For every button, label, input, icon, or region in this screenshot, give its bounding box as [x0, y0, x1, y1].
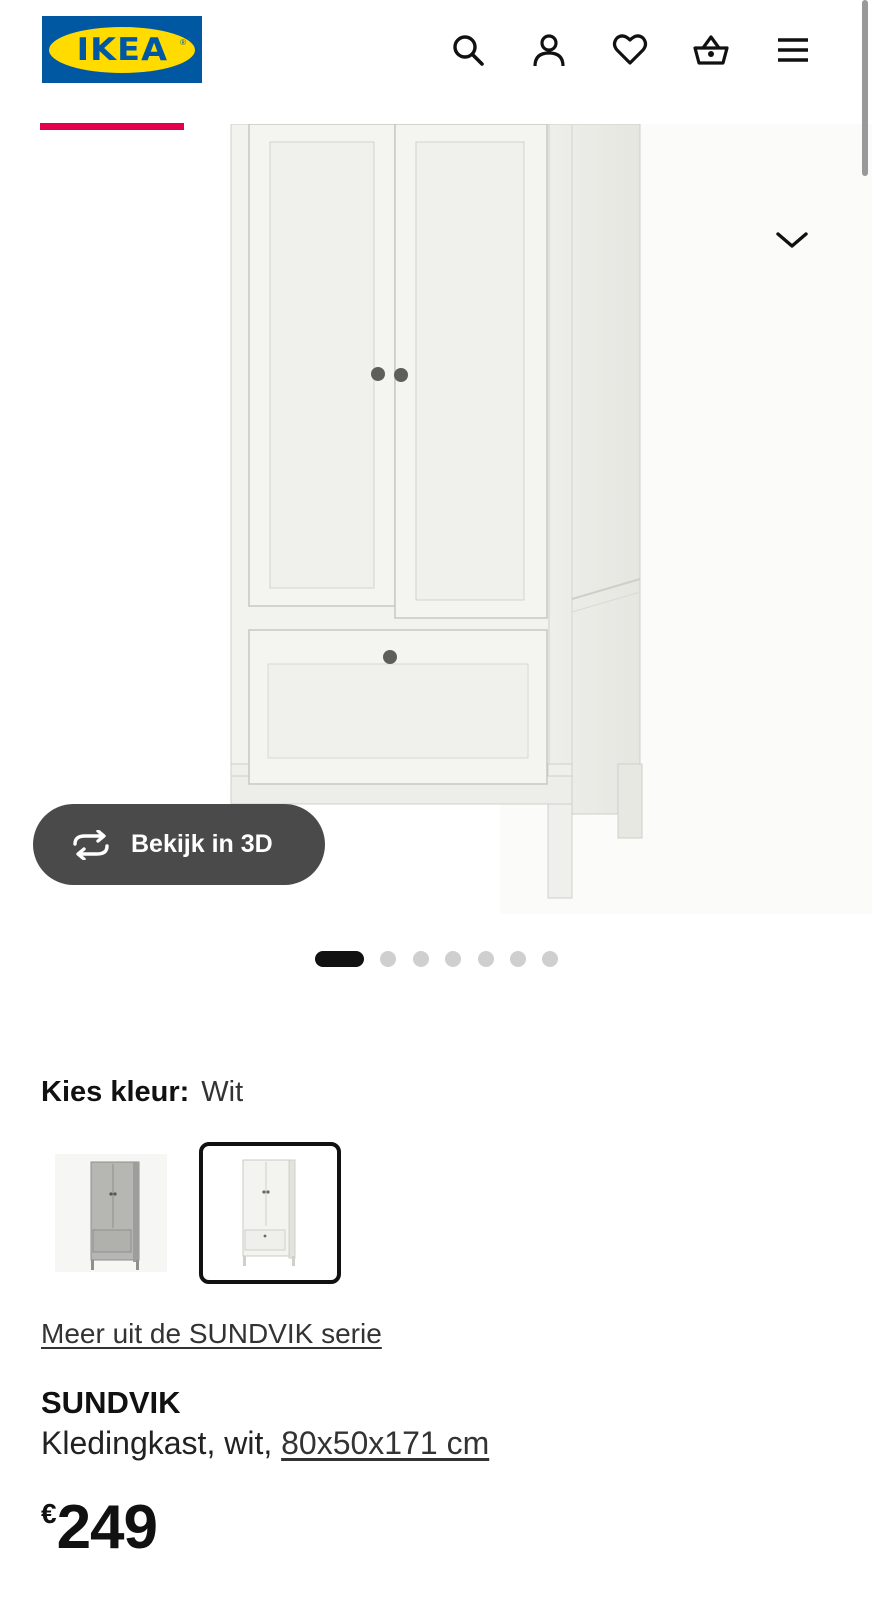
- rotate-3d-icon: [73, 829, 109, 860]
- view-in-3d-label: Bekijk in 3D: [131, 830, 273, 858]
- pagination-dot[interactable]: [315, 951, 364, 967]
- product-description: Kledingkast, wit, 80x50x171 cm: [41, 1425, 489, 1462]
- gallery-pagination: [0, 950, 892, 968]
- site-header: IKEA ®: [0, 0, 892, 124]
- product-name: SUNDVIK: [41, 1385, 181, 1420]
- pagination-dot[interactable]: [413, 951, 429, 967]
- menu-icon[interactable]: [771, 28, 815, 72]
- colour-label: Kies kleur:: [41, 1076, 190, 1108]
- view-in-3d-button[interactable]: Bekijk in 3D: [33, 804, 325, 885]
- currency-symbol: €: [41, 1498, 57, 1529]
- swatch-thumbnail: [55, 1154, 167, 1272]
- product-type: Kledingkast, wit,: [41, 1425, 282, 1461]
- logo-text: IKEA: [76, 31, 168, 68]
- colour-swatch-grey[interactable]: [45, 1142, 187, 1284]
- pagination-dot[interactable]: [445, 951, 461, 967]
- logo-oval: IKEA: [49, 26, 195, 73]
- ikea-logo[interactable]: IKEA ®: [42, 16, 202, 83]
- pagination-dot[interactable]: [510, 951, 526, 967]
- dimensions-link[interactable]: 80x50x171 cm: [281, 1425, 489, 1461]
- basket-icon[interactable]: [689, 28, 733, 72]
- price-amount: 249: [56, 1493, 158, 1562]
- colour-value: Wit: [201, 1076, 244, 1108]
- page-scrollbar[interactable]: [862, 0, 868, 176]
- swatch-thumbnail: [242, 1159, 296, 1266]
- heart-icon[interactable]: [608, 28, 652, 72]
- active-tab-indicator: [40, 123, 184, 130]
- product-price: €249: [41, 1492, 158, 1563]
- registered-mark: ®: [180, 38, 186, 47]
- series-link[interactable]: Meer uit de SUNDVIK serie: [41, 1318, 382, 1350]
- product-image-gallery[interactable]: [0, 124, 892, 914]
- pagination-dot[interactable]: [380, 951, 396, 967]
- chevron-down-icon[interactable]: [766, 228, 818, 268]
- search-icon[interactable]: [446, 28, 490, 72]
- pagination-dot[interactable]: [478, 951, 494, 967]
- pagination-dot[interactable]: [542, 951, 558, 967]
- product-image: [230, 124, 872, 914]
- colour-selector: Kies kleur: Wit: [41, 1076, 243, 1109]
- colour-swatch-white[interactable]: [199, 1142, 341, 1284]
- user-icon[interactable]: [527, 28, 571, 72]
